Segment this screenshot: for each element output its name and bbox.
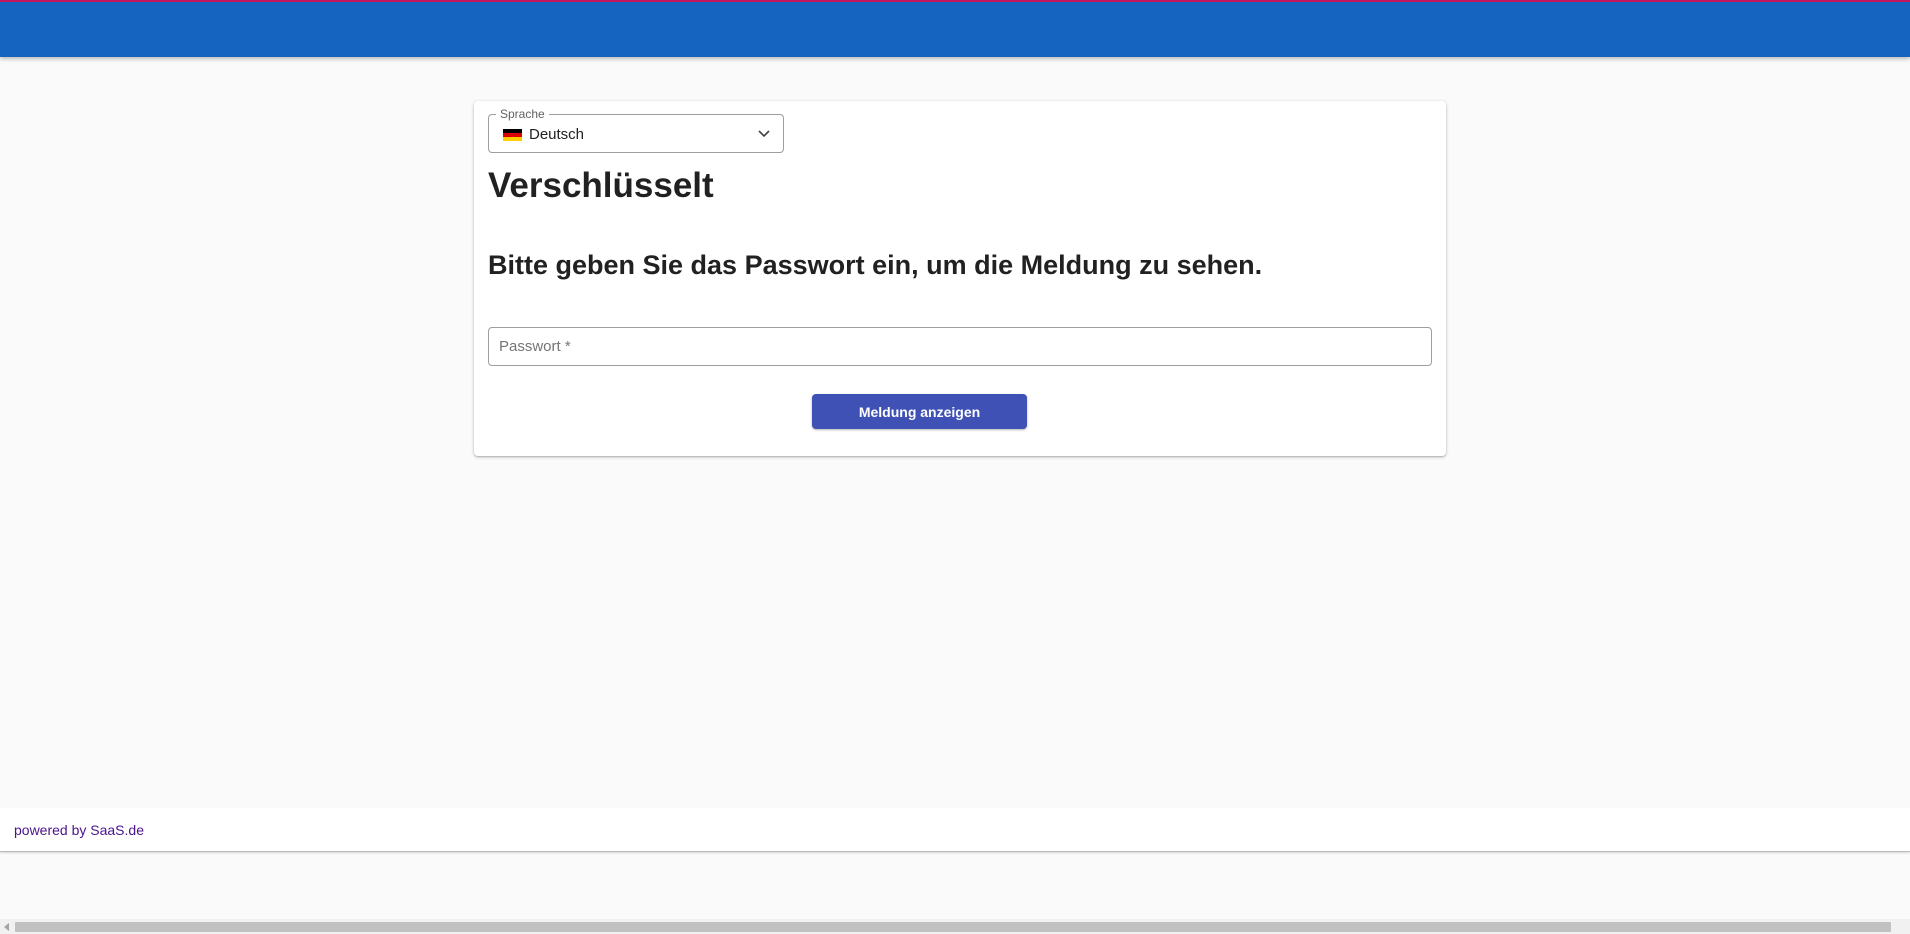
page-title: Verschlüsselt — [488, 166, 714, 205]
scroll-left-arrow-icon[interactable] — [4, 923, 9, 931]
instruction-text: Bitte geben Sie das Passwort ein, um die… — [488, 250, 1263, 280]
footer: powered by SaaS.de — [0, 808, 1910, 852]
show-message-button[interactable]: Meldung anzeigen — [812, 394, 1027, 429]
germany-flag-icon — [503, 129, 522, 141]
language-select[interactable]: Sprache Deutsch — [488, 107, 784, 153]
chevron-down-icon — [758, 130, 770, 138]
top-app-bar — [0, 0, 1910, 57]
powered-by-link[interactable]: powered by SaaS.de — [14, 822, 144, 838]
language-select-value: Deutsch — [529, 126, 585, 143]
horizontal-scrollbar[interactable] — [0, 919, 1910, 934]
password-input[interactable] — [488, 327, 1432, 366]
scrollbar-thumb[interactable] — [15, 922, 1891, 932]
language-select-label: Sprache — [496, 107, 549, 121]
password-card: Sprache Deutsch Verschlüsselt Bitte gebe… — [474, 101, 1446, 456]
